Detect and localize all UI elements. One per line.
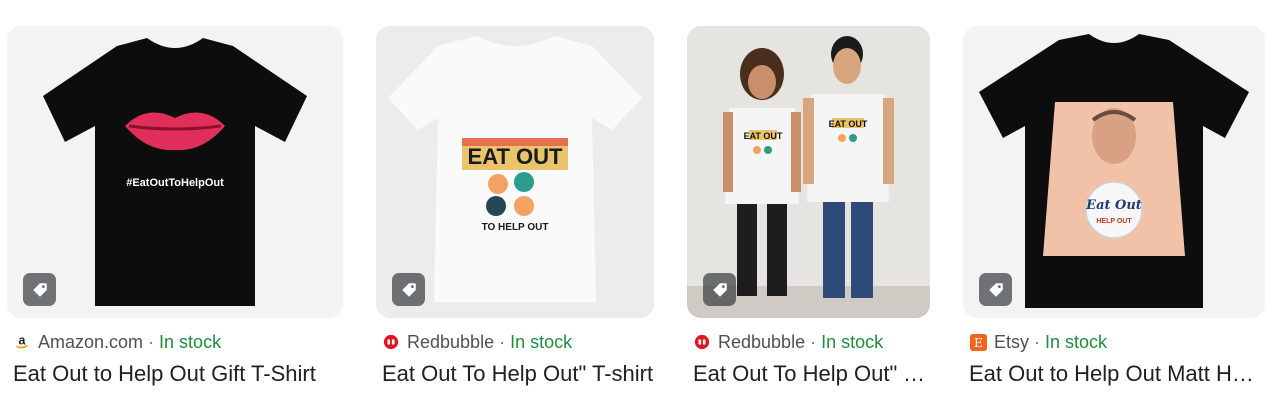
product-title[interactable]: Eat Out to Help Out Gift T-Shirt (7, 361, 343, 387)
result-card-amazon[interactable]: #EatOutToHelpOut a Amazon.com · In stock… (7, 26, 343, 387)
product-title[interactable]: Eat Out To Help Out" T-shirt (376, 361, 654, 387)
product-title[interactable]: Eat Out to Help Out Matt Hancock T-shirt (963, 361, 1265, 387)
source-line: Redbubble · In stock (376, 332, 654, 352)
source-name: Amazon.com (38, 332, 144, 352)
source-name: Redbubble (407, 332, 495, 352)
stock-status: In stock (159, 332, 222, 352)
stock-status: In stock (510, 332, 573, 352)
stock-status: In stock (821, 332, 884, 352)
stock-status: In stock (1045, 332, 1108, 352)
shirt-print-title-2: EAT OUT (829, 119, 868, 129)
shirt-print-title: Eat Out (1085, 198, 1142, 213)
amazon-icon: a (13, 333, 31, 351)
shirt-print-title: EAT OUT (468, 144, 563, 169)
redbubble-icon (382, 333, 400, 351)
product-image[interactable]: Eat Out HELP OUT (963, 26, 1265, 318)
svg-text:a: a (19, 334, 26, 348)
tag-icon[interactable] (23, 273, 56, 306)
product-image[interactable]: #EatOutToHelpOut (7, 26, 343, 318)
tag-icon[interactable] (392, 273, 425, 306)
result-card-redbubble-models[interactable]: EAT OUT EAT OUT Redbubble · In stock Eat… (687, 26, 930, 387)
separator: · (148, 332, 155, 352)
shirt-print-subtitle: TO HELP OUT (482, 222, 549, 233)
source-name: Redbubble (718, 332, 806, 352)
separator: · (499, 332, 506, 352)
etsy-letter: E (974, 336, 983, 350)
product-image[interactable]: EAT OUT EAT OUT (687, 26, 930, 318)
source-name: Etsy (994, 332, 1030, 352)
shirt-print-title: EAT OUT (744, 131, 783, 141)
black-tshirt-lips-image: #EatOutToHelpOut (7, 26, 343, 318)
tag-icon[interactable] (979, 273, 1012, 306)
product-image[interactable]: EAT OUT TO HELP OUT (376, 26, 654, 318)
source-line: a Amazon.com · In stock (7, 332, 343, 352)
redbubble-icon (693, 333, 711, 351)
source-line: Redbubble · In stock (687, 332, 930, 352)
shirt-print-text: #EatOutToHelpOut (126, 177, 224, 189)
separator: · (1034, 332, 1041, 352)
tag-icon[interactable] (703, 273, 736, 306)
source-line: E Etsy · In stock (963, 332, 1265, 352)
shirt-print-subtitle: HELP OUT (1096, 218, 1132, 225)
separator: · (810, 332, 817, 352)
etsy-icon: E (969, 333, 987, 351)
result-card-etsy[interactable]: Eat Out HELP OUT E Etsy · In stock Eat O… (963, 26, 1265, 387)
result-card-redbubble[interactable]: EAT OUT TO HELP OUT Redbubble · In stock… (376, 26, 654, 387)
product-title[interactable]: Eat Out To Help Out" T-shirt (687, 361, 930, 387)
